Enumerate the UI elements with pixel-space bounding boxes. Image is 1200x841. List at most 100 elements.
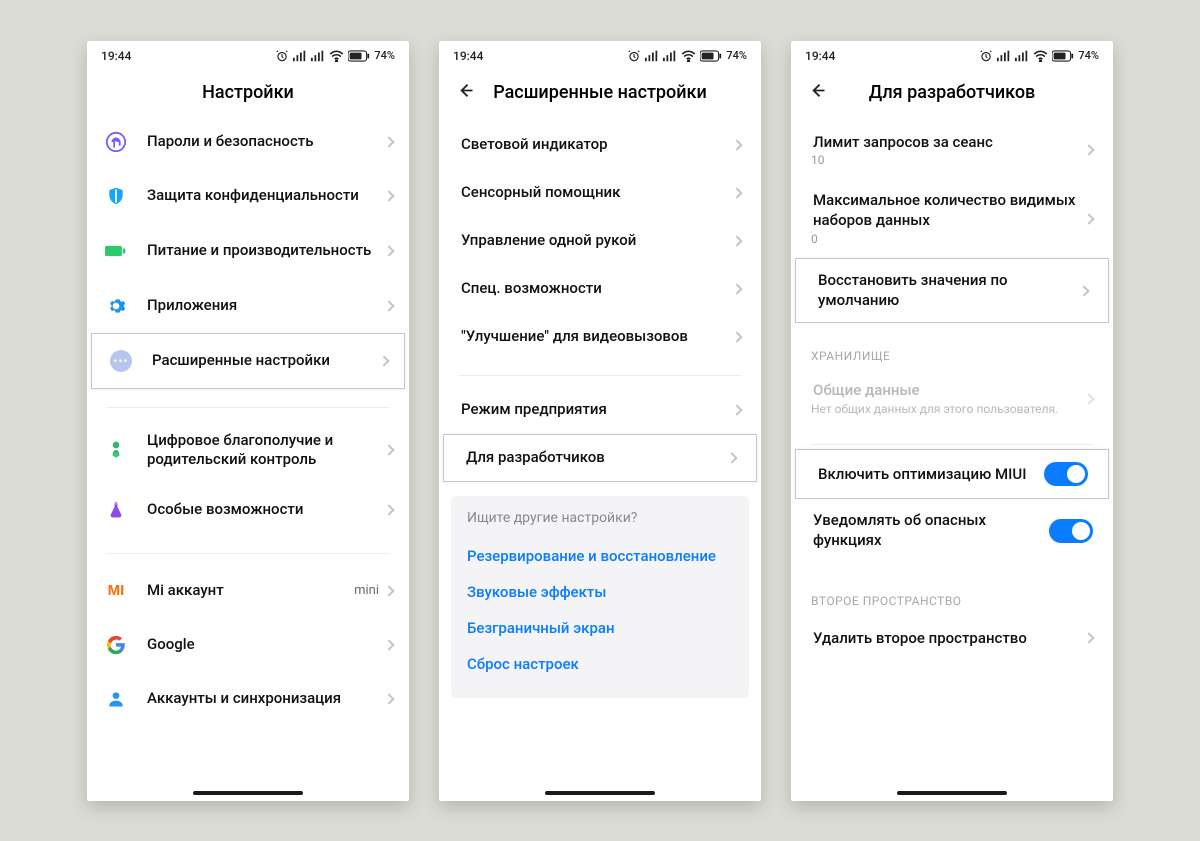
status-time: 19:44 <box>805 49 835 63</box>
divider <box>459 375 741 376</box>
row-label: Удалить второе пространство <box>813 629 1085 648</box>
toggle-on[interactable] <box>1049 519 1093 543</box>
row-google[interactable]: Google <box>87 618 409 672</box>
status-bar: 19:44 74% <box>439 41 761 71</box>
shield-icon <box>106 185 126 207</box>
signal-icon <box>997 50 1011 62</box>
section-storage: ХРАНИЛИЩЕ <box>791 333 1113 369</box>
row-advanced-settings[interactable]: ••• Расширенные настройки <box>91 333 405 389</box>
link-sound-effects[interactable]: Звуковые эффекты <box>467 574 733 610</box>
row-passwords-security[interactable]: Пароли и безопасность <box>87 115 409 169</box>
divider <box>107 553 389 554</box>
fingerprint-icon <box>105 131 127 153</box>
signal-icon-2 <box>1015 50 1029 62</box>
signal-icon-2 <box>311 50 325 62</box>
more-icon: ••• <box>110 350 132 372</box>
link-fullscreen[interactable]: Безграничный экран <box>467 610 733 646</box>
back-button[interactable] <box>455 80 475 105</box>
row-delete-second-space[interactable]: Удалить второе пространство <box>791 614 1113 662</box>
google-icon <box>106 635 126 655</box>
row-label: Google <box>147 635 385 654</box>
row-one-handed[interactable]: Управление одной рукой <box>439 217 761 265</box>
link-backup[interactable]: Резервирование и восстановление <box>467 538 733 574</box>
wifi-icon <box>329 50 344 62</box>
row-label: Максимальное количество видимых наборов … <box>813 191 1085 230</box>
settings-list: Пароли и безопасность Защита конфиденциа… <box>87 115 409 801</box>
row-accessibility[interactable]: Спец. возможности <box>439 265 761 313</box>
row-label: Приложения <box>147 296 385 315</box>
arrow-left-icon <box>807 80 827 100</box>
row-notify-risky[interactable]: Уведомлять об опасных функциях <box>791 499 1113 562</box>
battery-icon <box>348 50 370 62</box>
status-icons: 74% <box>979 49 1099 63</box>
gear-icon <box>106 296 126 316</box>
row-reset-defaults[interactable]: Восстановить значения по умолчанию <box>795 258 1109 323</box>
row-privacy[interactable]: Защита конфиденциальности <box>87 169 409 223</box>
battery-icon <box>1052 50 1074 62</box>
row-label: Питание и производительность <box>147 241 385 261</box>
row-led[interactable]: Световой индикатор <box>439 121 761 169</box>
section-second-space: ВТОРОЕ ПРОСТРАНСТВО <box>791 578 1113 614</box>
row-video-call-enhance[interactable]: "Улучшение" для видеовызовов <box>439 313 761 361</box>
row-label: Пароли и безопасность <box>147 132 385 151</box>
row-label: Аккаунты и синхронизация <box>147 689 385 708</box>
row-query-limit[interactable]: Лимит запросов за сеанс 10 <box>791 115 1113 180</box>
signal-icon-2 <box>663 50 677 62</box>
status-bar: 19:44 74% <box>87 41 409 71</box>
row-shared-data: Общие данные Нет общих данных для этого … <box>791 369 1113 428</box>
row-label: Включить оптимизацию MIUI <box>818 465 1044 484</box>
home-indicator[interactable] <box>193 791 303 795</box>
row-label: Сенсорный помощник <box>461 183 733 202</box>
screen-developer-options: 19:44 74% Для разработчиков Лимит запрос… <box>791 41 1113 801</box>
status-time: 19:44 <box>453 49 483 63</box>
battery-icon <box>700 50 722 62</box>
row-max-datasets[interactable]: Максимальное количество видимых наборов … <box>791 179 1113 258</box>
row-touch-assistant[interactable]: Сенсорный помощник <box>439 169 761 217</box>
home-indicator[interactable] <box>545 791 655 795</box>
row-label: Лимит запросов за сеанс <box>813 133 1085 152</box>
signal-icon <box>645 50 659 62</box>
search-more-card: Ищите другие настройки? Резервирование и… <box>451 496 749 698</box>
wellbeing-icon <box>106 439 126 461</box>
row-label: Для разработчиков <box>466 448 728 467</box>
advanced-list: — Световой индикатор Сенсорный помощник … <box>439 115 761 801</box>
header: Для разработчиков <box>791 71 1113 115</box>
toggle-on[interactable] <box>1044 462 1088 486</box>
wifi-icon <box>681 50 696 62</box>
person-icon <box>106 689 126 709</box>
mi-icon: MI <box>108 582 125 599</box>
row-label: Восстановить значения по умолчанию <box>818 271 1080 310</box>
row-miui-optimization[interactable]: Включить оптимизацию MIUI <box>795 449 1109 499</box>
row-label: Управление одной рукой <box>461 231 733 250</box>
link-factory-reset[interactable]: Сброс настроек <box>467 646 733 682</box>
row-label: Защита конфиденциальности <box>147 186 385 205</box>
lab-icon <box>107 499 125 521</box>
alarm-icon <box>275 49 289 63</box>
screen-advanced-settings: 19:44 74% Расширенные настройки — Светов… <box>439 41 761 801</box>
screen-settings: 19:44 74% Настройки Пароли и безопасност… <box>87 41 409 801</box>
home-indicator[interactable] <box>897 791 1007 795</box>
row-apps[interactable]: Приложения <box>87 279 409 333</box>
row-wellbeing[interactable]: Цифровое благополучие и родительский кон… <box>87 418 409 483</box>
battery-text: 74% <box>374 49 395 62</box>
row-accounts-sync[interactable]: Аккаунты и синхронизация <box>87 672 409 726</box>
header: Настройки <box>87 71 409 115</box>
row-battery[interactable]: Питание и производительность <box>87 223 409 279</box>
row-label: Цифровое благополучие и родительский кон… <box>147 431 385 470</box>
row-enterprise-mode[interactable]: Режим предприятия <box>439 386 761 434</box>
developer-list: Лимит запросов за сеанс 10 Максимальное … <box>791 115 1113 801</box>
page-title: Настройки <box>202 82 294 103</box>
row-mi-account[interactable]: MI Mi аккаунт mini <box>87 564 409 618</box>
battery-text: 74% <box>726 49 747 62</box>
row-label: Особые возможности <box>147 500 385 519</box>
search-more-prompt: Ищите другие настройки? <box>467 510 733 526</box>
row-sub: 10 <box>811 153 1085 167</box>
status-bar: 19:44 74% <box>791 41 1113 71</box>
row-label: Уведомлять об опасных функциях <box>813 511 1049 550</box>
battery-text: 74% <box>1078 49 1099 62</box>
row-developer-options[interactable]: Для разработчиков <box>443 434 757 482</box>
row-special-features[interactable]: Особые возможности <box>87 483 409 537</box>
back-button[interactable] <box>807 80 827 105</box>
header: Расширенные настройки <box>439 71 761 115</box>
status-icons: 74% <box>275 49 395 63</box>
